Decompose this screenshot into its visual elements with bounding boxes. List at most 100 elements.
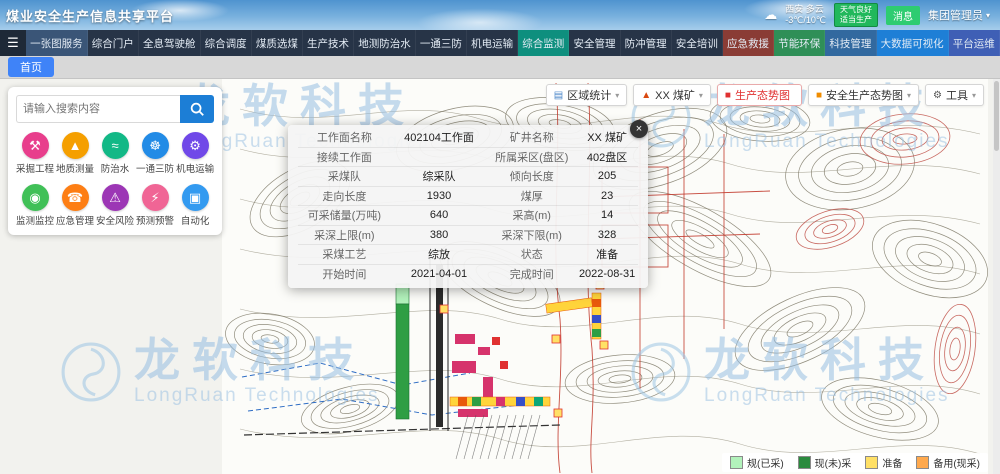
emergency-mgmt-icon: ☎ bbox=[62, 184, 89, 211]
nav-item-geology-water[interactable]: 地测防治水 bbox=[354, 30, 416, 56]
apps-grid: ⚒ 采掘工程 ▲ 地质测量 ≈ 防治水 ☸ 一通三防 ⚙ 机电运输 bbox=[16, 132, 214, 227]
monitoring-icon: ◉ bbox=[22, 184, 49, 211]
legend-swatch bbox=[730, 456, 743, 469]
nav-item-tech-mgmt[interactable]: 科技管理 bbox=[825, 30, 876, 56]
nav-item-electromechanical[interactable]: 机电运输 bbox=[467, 30, 518, 56]
app-label: 自动化 bbox=[176, 213, 214, 227]
app-water-control[interactable]: ≈ 防治水 bbox=[96, 132, 134, 175]
nav-item-energy-env[interactable]: 节能环保 bbox=[774, 30, 825, 56]
nav-item-dispatch[interactable]: 综合调度 bbox=[201, 30, 252, 56]
search-button[interactable] bbox=[180, 95, 214, 123]
header-right: ☁ 西安 多云 -3℃/10℃ 天气良好 适当生产 消息 集团管理员 ▾ bbox=[764, 3, 1000, 27]
icon-glyph: ◉ bbox=[29, 190, 40, 206]
nav-item-coal-quality[interactable]: 煤质选煤 bbox=[252, 30, 303, 56]
nav-item-safety-training[interactable]: 安全培训 bbox=[672, 30, 723, 56]
vertical-scrollbar[interactable] bbox=[993, 79, 1000, 474]
weather-status-badge: 天气良好 适当生产 bbox=[834, 3, 878, 27]
nav-item-ventilation[interactable]: 一通三防 bbox=[416, 30, 467, 56]
dialog-row: 可采储量(万吨)640 采高(m)14 bbox=[298, 206, 638, 226]
chevron-down-icon: ▾ bbox=[986, 11, 990, 20]
messages-button[interactable]: 消息 bbox=[886, 6, 920, 25]
chevron-down-icon: ▾ bbox=[699, 91, 703, 100]
mine-select-button[interactable]: ▲ XX 煤矿 ▾ bbox=[633, 84, 711, 106]
app-label: 预测预警 bbox=[136, 213, 174, 227]
dialog-row: 工作面名称402104工作面 矿井名称XX 煤矿 bbox=[298, 128, 638, 148]
electromechanical-icon: ⚙ bbox=[182, 132, 209, 159]
button-label: 安全生产态势图 bbox=[826, 87, 903, 103]
dialog-row: 采煤工艺综放 状态准备 bbox=[298, 245, 638, 265]
map-toolbar: ▤ 区域统计 ▾ ▲ XX 煤矿 ▾ ■ 生产态势图 ■ 安全生产态势图 ▾ ⚙ bbox=[546, 84, 984, 106]
legend-item: 现(未)采 bbox=[798, 455, 852, 470]
icon-glyph: ☎ bbox=[67, 190, 83, 206]
icon-glyph: ☸ bbox=[149, 138, 161, 154]
dialog-row: 开始时间2021-04-01 完成时间2022-08-31 bbox=[298, 265, 638, 284]
search-icon bbox=[189, 101, 205, 117]
legend-swatch bbox=[916, 456, 929, 469]
app-emergency-mgmt[interactable]: ☎ 应急管理 bbox=[56, 184, 94, 227]
main-area: 龙软科技 LongRuan Technologies 龙软科技 LongRuan… bbox=[0, 79, 1000, 474]
square-icon: ■ bbox=[725, 90, 731, 101]
safety-situation-button[interactable]: ■ 安全生产态势图 ▾ bbox=[808, 84, 919, 106]
grid-icon: ▤ bbox=[554, 90, 563, 101]
legend-swatch bbox=[798, 456, 811, 469]
chevron-down-icon: ▾ bbox=[972, 91, 976, 100]
nav-item-monitoring[interactable]: 综合监测 bbox=[518, 30, 569, 56]
app-label: 应急管理 bbox=[56, 213, 94, 227]
search-input[interactable] bbox=[16, 95, 180, 123]
app-ventilation[interactable]: ☸ 一通三防 bbox=[136, 132, 174, 175]
weather-city-condition: 西安 多云 bbox=[785, 4, 826, 15]
geology-survey-icon: ▲ bbox=[62, 132, 89, 159]
water-control-icon: ≈ bbox=[102, 132, 129, 159]
app-label: 采掘工程 bbox=[16, 161, 54, 175]
app-label: 机电运输 bbox=[176, 161, 214, 175]
app-root: 煤业安全生产信息共享平台 ☁ 西安 多云 -3℃/10℃ 天气良好 适当生产 消… bbox=[0, 0, 1000, 474]
chevron-down-icon: ▾ bbox=[615, 91, 619, 100]
square-icon: ■ bbox=[816, 90, 822, 101]
dialog-row: 走向长度1930 煤厚23 bbox=[298, 187, 638, 207]
app-warning[interactable]: ⚡ 预测预警 bbox=[136, 184, 174, 227]
app-automation[interactable]: ▣ 自动化 bbox=[176, 184, 214, 227]
dialog-row: 采深上限(m)380 采深下限(m)328 bbox=[298, 226, 638, 246]
tools-button[interactable]: ⚙ 工具 ▾ bbox=[925, 84, 984, 106]
region-stats-button[interactable]: ▤ 区域统计 ▾ bbox=[546, 84, 627, 106]
hamburger-menu-icon[interactable]: ☰ bbox=[0, 30, 26, 56]
app-electromechanical[interactable]: ⚙ 机电运输 bbox=[176, 132, 214, 175]
chevron-down-icon: ▾ bbox=[907, 91, 911, 100]
nav-item-map-service[interactable]: 一张图服务 bbox=[26, 30, 88, 56]
top-header: 煤业安全生产信息共享平台 ☁ 西安 多云 -3℃/10℃ 天气良好 适当生产 消… bbox=[0, 0, 1000, 30]
warning-icon: ⚡ bbox=[142, 184, 169, 211]
weather-temperature: -3℃/10℃ bbox=[785, 15, 826, 26]
nav-item-safety-mgmt[interactable]: 安全管理 bbox=[569, 30, 620, 56]
production-situation-button[interactable]: ■ 生产态势图 bbox=[717, 84, 802, 106]
button-label: 区域统计 bbox=[567, 87, 611, 103]
icon-glyph: ⚠ bbox=[109, 190, 121, 206]
app-monitoring[interactable]: ◉ 监测监控 bbox=[16, 184, 54, 227]
button-label: 生产态势图 bbox=[735, 87, 790, 103]
nav-item-production-tech[interactable]: 生产技术 bbox=[303, 30, 354, 56]
legend-item: 准备 bbox=[865, 455, 902, 470]
tab-home[interactable]: 首页 bbox=[8, 57, 54, 77]
map-legend: 规(已采) 现(未)采 准备 备用(现采) bbox=[722, 453, 988, 472]
workface-info-dialog: × 工作面名称402104工作面 矿井名称XX 煤矿 接续工作面 所属采区(盘区… bbox=[288, 125, 648, 288]
icon-glyph: ≈ bbox=[111, 138, 118, 153]
button-label: XX 煤矿 bbox=[655, 87, 695, 103]
scrollbar-thumb[interactable] bbox=[994, 81, 999, 151]
app-mining-eng[interactable]: ⚒ 采掘工程 bbox=[16, 132, 54, 175]
nav-item-portal[interactable]: 综合门户 bbox=[88, 30, 139, 56]
app-geology-survey[interactable]: ▲ 地质测量 bbox=[56, 132, 94, 175]
app-label: 监测监控 bbox=[16, 213, 54, 227]
app-safety-risk[interactable]: ⚠ 安全风险 bbox=[96, 184, 134, 227]
nav-item-bigdata-visual[interactable]: 大数据可视化 bbox=[877, 30, 949, 56]
close-icon[interactable]: × bbox=[630, 120, 648, 138]
nav-item-cockpit[interactable]: 全息驾驶舱 bbox=[139, 30, 201, 56]
app-launcher-panel: ⚒ 采掘工程 ▲ 地质测量 ≈ 防治水 ☸ 一通三防 ⚙ 机电运输 bbox=[8, 87, 222, 235]
nav-item-platform-ops[interactable]: 平台运维 bbox=[949, 30, 1000, 56]
user-menu[interactable]: 集团管理员 ▾ bbox=[928, 7, 990, 23]
nav-item-rockburst[interactable]: 防冲管理 bbox=[621, 30, 672, 56]
mining-eng-icon: ⚒ bbox=[22, 132, 49, 159]
nav-item-emergency[interactable]: 应急救援 bbox=[723, 30, 774, 56]
app-label: 地质测量 bbox=[56, 161, 94, 175]
icon-glyph: ▲ bbox=[69, 138, 82, 153]
legend-item: 备用(现采) bbox=[916, 455, 980, 470]
safety-risk-icon: ⚠ bbox=[102, 184, 129, 211]
